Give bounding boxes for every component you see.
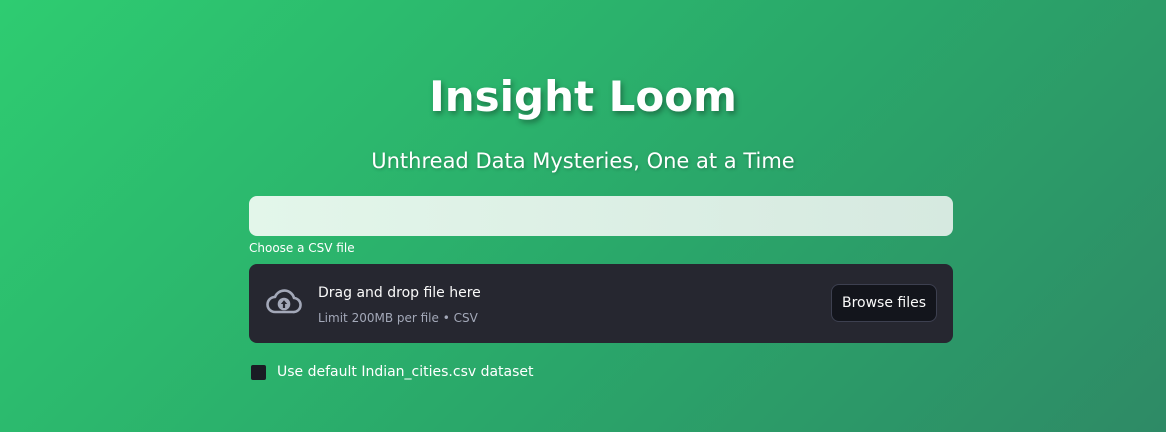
file-dropzone[interactable]: Drag and drop file here Limit 200MB per … bbox=[249, 264, 953, 343]
dropzone-title: Drag and drop file here bbox=[318, 285, 481, 301]
app-subtitle: Unthread Data Mysteries, One at a Time bbox=[371, 149, 795, 173]
default-dataset-label: Use default Indian_cities.csv dataset bbox=[277, 364, 534, 380]
file-uploader-label: Choose a CSV file bbox=[249, 241, 355, 255]
app-title: Insight Loom bbox=[429, 72, 737, 121]
dropzone-limit-hint: Limit 200MB per file • CSV bbox=[318, 311, 478, 325]
default-dataset-checkbox[interactable] bbox=[251, 364, 266, 380]
browse-files-button[interactable]: Browse files bbox=[831, 284, 937, 322]
default-dataset-option[interactable]: Use default Indian_cities.csv dataset bbox=[251, 362, 534, 382]
cloud-upload-icon bbox=[266, 289, 302, 314]
top-input-field[interactable] bbox=[249, 196, 953, 236]
